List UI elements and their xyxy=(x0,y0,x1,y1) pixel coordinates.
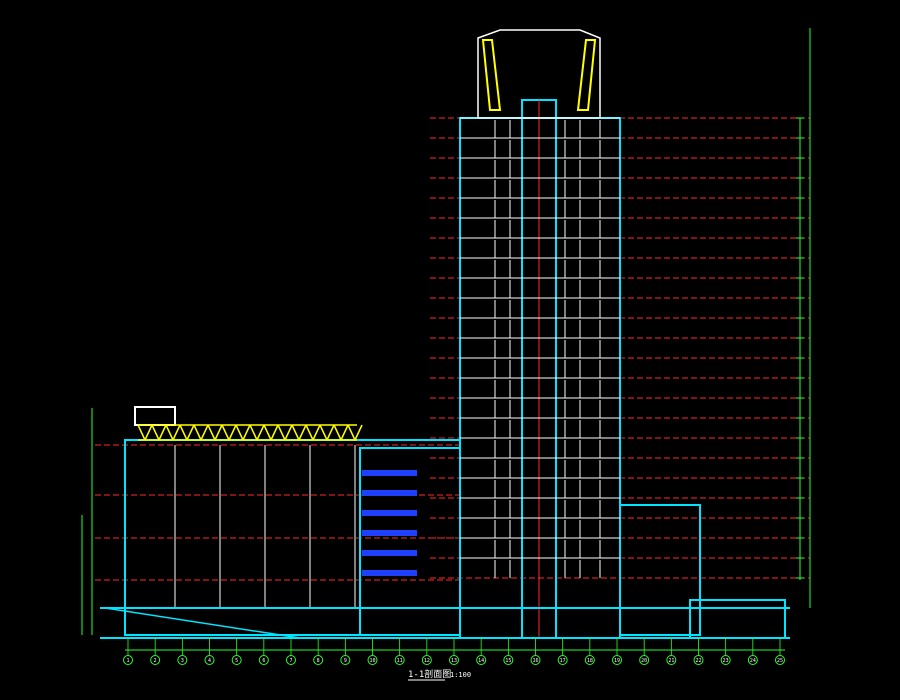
canvas-background xyxy=(0,0,900,700)
axis-label: 9 xyxy=(344,658,347,664)
axis-label: 17 xyxy=(560,658,566,664)
glass-band xyxy=(362,470,417,476)
drawing-title: 1-1剖面图 xyxy=(408,668,451,680)
axis-label: 8 xyxy=(317,658,320,664)
axis-label: 4 xyxy=(208,658,211,664)
axis-label: 22 xyxy=(695,658,701,664)
axis-label: 1 xyxy=(126,658,129,664)
axis-label: 19 xyxy=(614,658,620,664)
axis-label: 6 xyxy=(262,658,265,664)
axis-label: 7 xyxy=(289,658,292,664)
axis-label: 18 xyxy=(587,658,593,664)
axis-label: 3 xyxy=(181,658,184,664)
axis-label: 13 xyxy=(451,658,457,664)
axis-label: 5 xyxy=(235,658,238,664)
glass-band xyxy=(362,490,417,496)
glass-band xyxy=(362,530,417,536)
axis-label: 25 xyxy=(777,658,783,664)
glass-band xyxy=(362,550,417,556)
axis-label: 21 xyxy=(668,658,674,664)
glass-band xyxy=(362,570,417,576)
drawing-scale: 1:100 xyxy=(450,671,471,679)
glass-band xyxy=(362,510,417,516)
axis-label: 2 xyxy=(154,658,157,664)
section-drawing: 1 2 3 4 5 6 7 8 9 10 11 12 13 14 15 16 17 18 19 20 21 22 23 24 2… xyxy=(0,0,900,700)
axis-label: 16 xyxy=(532,658,538,664)
axis-label: 15 xyxy=(505,658,511,664)
axis-label: 24 xyxy=(750,658,756,664)
axis-label: 14 xyxy=(478,658,484,664)
axis-label: 10 xyxy=(369,658,375,664)
axis-label: 23 xyxy=(723,658,729,664)
axis-label: 20 xyxy=(641,658,647,664)
axis-label: 12 xyxy=(424,658,430,664)
axis-label: 11 xyxy=(397,658,403,664)
